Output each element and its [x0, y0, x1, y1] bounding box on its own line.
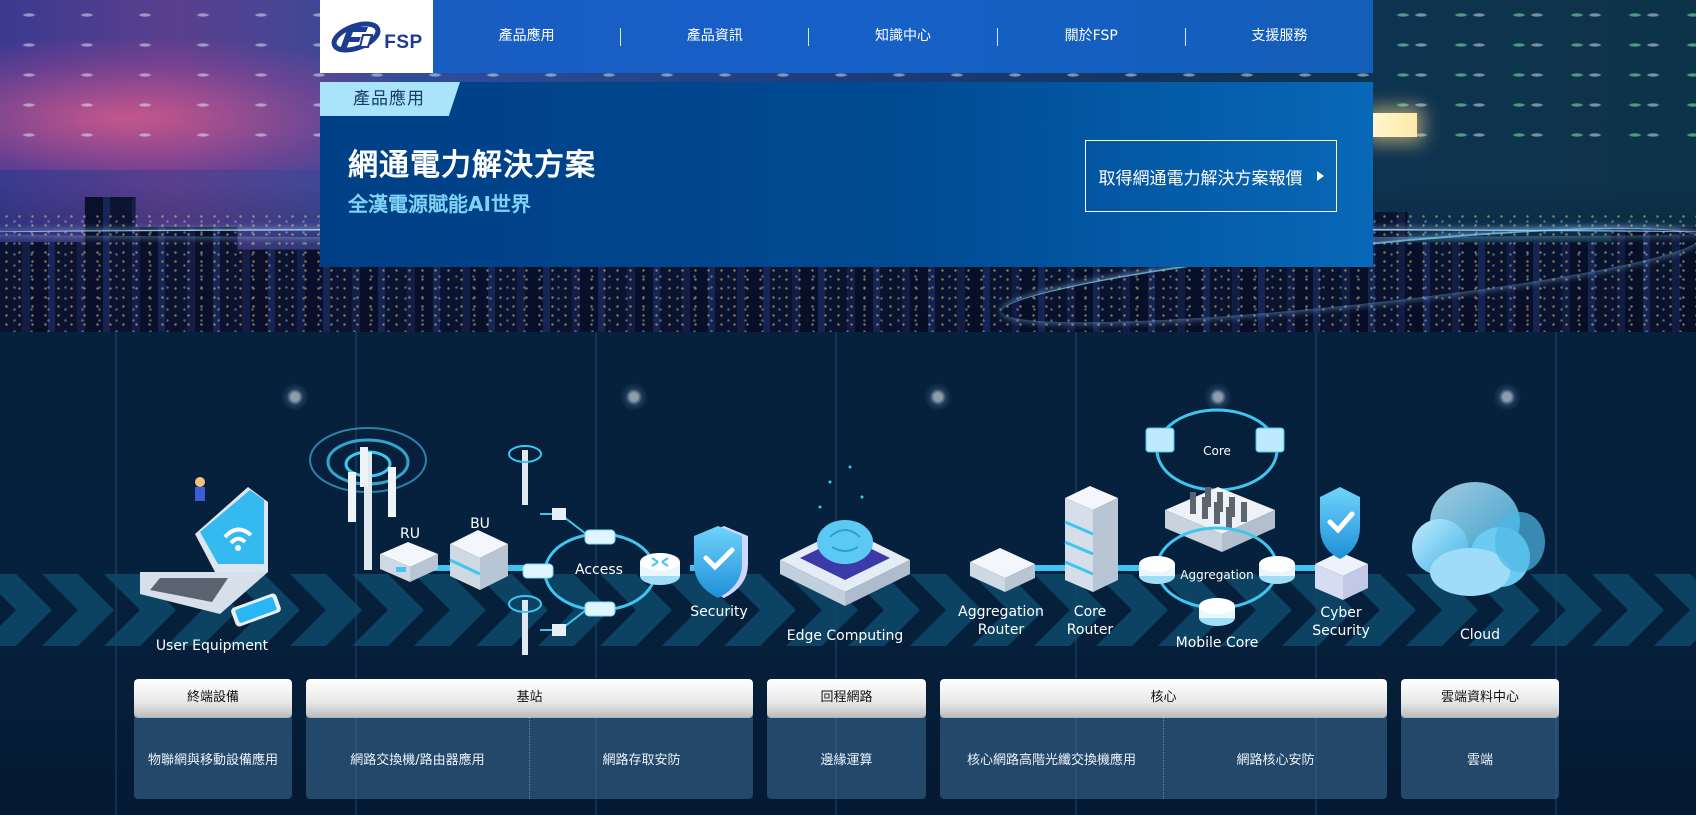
cloud-icon — [1412, 482, 1545, 596]
label-security: Security — [690, 604, 748, 620]
router-icon — [640, 553, 680, 585]
label-aggregation-router: Aggregation Router — [955, 603, 1047, 639]
category-header[interactable]: 雲端資料中心 — [1401, 679, 1559, 717]
top-navigation: FSP 產品應用 產品資訊 知識中心 關於FSP 支援服務 — [320, 0, 1373, 73]
chevron-shape — [42, 574, 114, 646]
play-arrow-icon — [1316, 171, 1324, 181]
category-link[interactable]: 網路交換機/路由器應用 — [306, 717, 529, 799]
router-icon — [1139, 556, 1175, 584]
page-subtitle: 全漢電源賦能AI世界 — [348, 192, 531, 216]
drone-swarm-right — [1374, 0, 1696, 160]
label-cyber-security-line1: Cyber — [1320, 605, 1362, 621]
get-quote-button[interactable]: 取得網通電力解決方案報價 — [1085, 140, 1337, 212]
label-core-router-line2: Router — [1066, 622, 1114, 638]
data-center-icon — [1165, 487, 1275, 552]
core-switch-icon — [1145, 427, 1175, 453]
chevron-shape — [1592, 574, 1664, 646]
label-cyber-security-line2: Security — [1312, 623, 1370, 639]
label-aggregation-router-line1: Aggregation — [958, 604, 1044, 620]
category-header[interactable]: 基站 — [306, 679, 753, 717]
category-items: 物聯網與移動設備應用 — [134, 717, 292, 799]
category-header[interactable]: 終端設備 — [134, 679, 292, 717]
category-card-backhaul: 回程網路 邊緣運算 — [767, 679, 926, 799]
nav-item-about-fsp[interactable]: 關於FSP — [998, 0, 1185, 73]
category-items: 雲端 — [1401, 717, 1559, 799]
category-header[interactable]: 回程網路 — [767, 679, 926, 717]
label-cloud: Cloud — [1460, 627, 1500, 643]
category-link[interactable]: 物聯網與移動設備應用 — [134, 717, 292, 799]
switch-icon — [522, 563, 554, 579]
category-card-core: 核心 核心網路高階光纖交換機應用 網路核心安防 — [940, 679, 1387, 799]
category-items: 網路交換機/路由器應用 網路存取安防 — [306, 717, 753, 799]
category-card-terminal: 終端設備 物聯網與移動設備應用 — [134, 679, 292, 799]
label-aggregation-router-line2: Router — [977, 622, 1025, 638]
chevron-shape — [352, 574, 424, 646]
nav-item-product-applications[interactable]: 產品應用 — [433, 0, 620, 73]
nav-item-support[interactable]: 支援服務 — [1186, 0, 1373, 73]
category-items: 核心網路高階光纖交換機應用 網路核心安防 — [940, 717, 1387, 799]
nav-item-product-info[interactable]: 產品資訊 — [621, 0, 808, 73]
category-link[interactable]: 網路存取安防 — [529, 717, 753, 799]
category-card-base-station: 基站 網路交換機/路由器應用 網路存取安防 — [306, 679, 753, 799]
switch-icon — [584, 601, 616, 617]
router-icon — [1199, 598, 1235, 626]
label-mobile-core: Mobile Core — [1175, 635, 1259, 651]
switch-icon — [584, 529, 616, 545]
category-link[interactable]: 雲端 — [1401, 717, 1559, 799]
chevron-shape — [290, 574, 362, 646]
category-header[interactable]: 核心 — [940, 679, 1387, 717]
core-router-icon — [1064, 486, 1118, 592]
section-tab: 產品應用 — [320, 82, 460, 116]
label-aggregation: Aggregation — [1180, 568, 1254, 582]
label-access: Access — [575, 562, 623, 578]
cyber-security-icon — [1315, 487, 1368, 600]
category-link[interactable]: 核心網路高階光纖交換機應用 — [940, 717, 1163, 799]
label-user-equipment: User Equipment — [155, 638, 269, 654]
hero-panel: 產品應用 網通電力解決方案 全漢電源賦能AI世界 取得網通電力解決方案報價 — [320, 82, 1373, 267]
page-title: 網通電力解決方案 — [348, 148, 596, 183]
aggregation-router-icon — [970, 548, 1035, 592]
label-edge-computing: Edge Computing — [786, 628, 904, 644]
nav-item-knowledge-center[interactable]: 知識中心 — [809, 0, 996, 73]
core-switch-icon — [1255, 427, 1285, 453]
get-quote-label: 取得網通電力解決方案報價 — [1098, 168, 1303, 189]
nav-menu: 產品應用 產品資訊 知識中心 關於FSP 支援服務 — [433, 0, 1373, 73]
logo-text: FSP — [384, 31, 423, 53]
label-core-router-line1: Core — [1073, 604, 1107, 620]
small-box-icon — [552, 624, 566, 636]
chevron-shape — [0, 574, 52, 646]
category-link[interactable]: 邊緣運算 — [767, 717, 926, 799]
fsp-logo-icon — [331, 21, 381, 52]
label-core: Core — [1203, 444, 1231, 458]
category-items: 邊緣運算 — [767, 717, 926, 799]
category-link[interactable]: 網路核心安防 — [1163, 717, 1387, 799]
chevron-shape — [1530, 574, 1602, 646]
label-cyber-security: Cyber Security — [1305, 604, 1377, 640]
label-ru: RU — [400, 526, 420, 542]
small-box-icon — [552, 508, 566, 520]
label-core-router: Core Router — [1060, 603, 1120, 639]
category-card-cloud-datacenter: 雲端資料中心 雲端 — [1401, 679, 1559, 799]
lit-billboard — [1372, 113, 1417, 137]
router-icon — [1259, 556, 1295, 584]
fsp-logo[interactable]: FSP — [320, 0, 433, 73]
label-bu: BU — [470, 516, 490, 532]
